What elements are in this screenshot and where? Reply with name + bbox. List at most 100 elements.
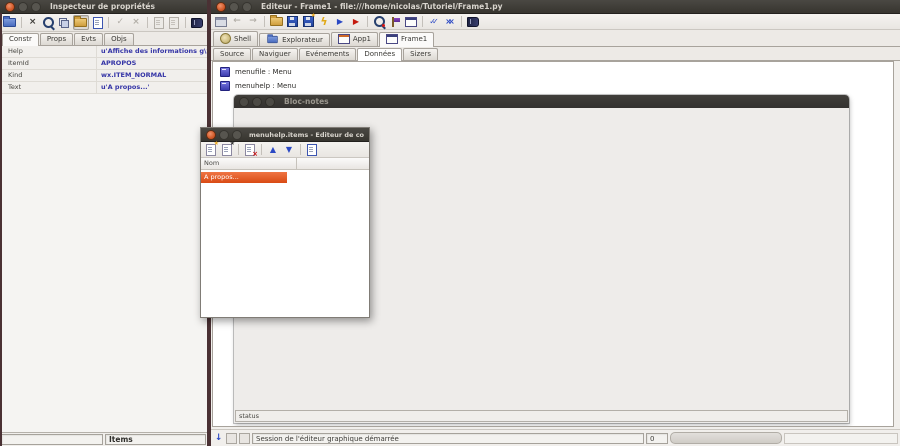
close-button[interactable] xyxy=(206,130,216,140)
maximize-button[interactable] xyxy=(242,2,252,12)
tree-item-menuhelp[interactable]: menuhelp : Menu xyxy=(213,79,893,93)
help-icon[interactable] xyxy=(190,16,204,29)
tree-item-menufile[interactable]: menufile : Menu xyxy=(213,65,893,79)
editor-main-tabs: Shell Explorateur App1 Frame1 xyxy=(211,30,900,47)
move-up-icon[interactable]: ▲ xyxy=(266,143,280,156)
confirm-changes-icon[interactable]: ✓✓ xyxy=(427,15,441,28)
statusbar-mini-button[interactable] xyxy=(226,433,237,444)
designer-titlebar: Bloc-notes xyxy=(234,95,849,108)
move-down-icon[interactable]: ▼ xyxy=(282,143,296,156)
tab-frame1[interactable]: Frame1 xyxy=(379,32,434,47)
minimize-button[interactable] xyxy=(18,2,28,12)
save-as-icon[interactable]: ★ xyxy=(301,15,315,28)
frame-icon xyxy=(386,34,398,44)
desktop-edge xyxy=(0,13,2,446)
list-header: Nom xyxy=(201,158,369,170)
property-name: Kind xyxy=(0,70,96,81)
minimize-button[interactable] xyxy=(229,2,239,12)
tab-donnees[interactable]: Données xyxy=(357,48,402,61)
discard-changes-icon[interactable]: ×× xyxy=(443,15,457,28)
tab-explorateur[interactable]: Explorateur xyxy=(259,33,330,46)
delete-item-icon[interactable]: × xyxy=(243,143,257,156)
back-icon[interactable]: ← xyxy=(230,15,244,28)
property-grid-empty-area xyxy=(0,94,207,433)
inspector-titlebar[interactable]: Inspecteur de propriétés xyxy=(0,0,207,14)
close-button[interactable] xyxy=(216,2,226,12)
tab-sizers[interactable]: Sizers xyxy=(403,48,438,60)
statusbar-mini-button[interactable] xyxy=(239,433,250,444)
progress-gauge xyxy=(670,432,782,444)
tab-evts[interactable]: Evts xyxy=(74,33,103,45)
property-row-kind[interactable]: Kind wx.ITEM_NORMAL xyxy=(0,70,207,82)
shell-icon xyxy=(220,33,231,44)
forward-icon[interactable]: → xyxy=(246,15,260,28)
property-value[interactable]: wx.ITEM_NORMAL xyxy=(96,70,207,81)
property-row-text[interactable]: Text u'A propos...' xyxy=(0,82,207,94)
separator xyxy=(264,16,265,27)
help-icon[interactable] xyxy=(466,15,480,28)
copy-icon[interactable] xyxy=(57,16,71,29)
maximize-button[interactable] xyxy=(232,130,242,140)
desktop: Inspecteur de propriétés × ✓ × Constr Pr… xyxy=(0,0,900,446)
status-cell-items: Items xyxy=(105,434,206,445)
property-row-itemid[interactable]: ItemId APROPOS xyxy=(0,58,207,70)
source-page-icon[interactable] xyxy=(91,16,105,29)
tab-constr[interactable]: Constr xyxy=(2,33,39,46)
close-button xyxy=(239,97,249,107)
tab-app1[interactable]: App1 xyxy=(331,32,378,46)
property-value[interactable]: u'Affiche des informations g\xe9n\xe9r xyxy=(96,46,207,57)
tab-objs[interactable]: Objs xyxy=(104,33,134,45)
tab-source[interactable]: Source xyxy=(213,48,251,60)
inspector-statusbar: Items xyxy=(0,433,207,446)
tab-shell[interactable]: Shell xyxy=(213,31,258,46)
property-row-help[interactable]: Help u'Affiche des informations g\xe9n\x… xyxy=(0,46,207,58)
separator xyxy=(21,17,22,28)
dialog-title: menuhelp.items - Editeur de collection xyxy=(249,131,364,139)
collection-list: A propos... xyxy=(201,170,369,317)
editor-sub-tabs: Source Naviguer Evénements Données Sizer… xyxy=(211,47,900,61)
namespace-folder-icon[interactable] xyxy=(3,16,17,29)
cancel-icon[interactable]: × xyxy=(129,16,143,29)
close-button[interactable] xyxy=(5,2,15,12)
open-folder-icon[interactable] xyxy=(73,15,89,30)
open-folder-icon[interactable] xyxy=(269,15,283,28)
property-value[interactable]: u'A propos...' xyxy=(96,82,207,93)
debug-icon[interactable]: ϟ xyxy=(317,15,331,28)
add-item-icon[interactable]: ★ xyxy=(204,143,218,156)
delete-icon[interactable]: × xyxy=(26,16,40,29)
find-icon[interactable] xyxy=(41,16,55,29)
new-window-icon[interactable] xyxy=(214,15,228,28)
separator xyxy=(238,144,239,155)
flag-icon[interactable] xyxy=(388,15,402,28)
dialog-titlebar[interactable]: menuhelp.items - Editeur de collection xyxy=(201,128,369,142)
separator xyxy=(367,16,368,27)
frame-designer-icon[interactable] xyxy=(404,15,418,28)
apply-icon[interactable]: ✓ xyxy=(113,16,127,29)
property-value[interactable]: APROPOS xyxy=(96,58,207,69)
run-app-icon[interactable]: ▶ xyxy=(349,15,363,28)
tab-naviguer[interactable]: Naviguer xyxy=(252,48,298,60)
add-child-item-icon[interactable]: ★ xyxy=(220,143,234,156)
apply-item-icon[interactable] xyxy=(305,143,319,156)
separator xyxy=(422,16,423,27)
run-module-icon[interactable]: ▶ xyxy=(333,15,347,28)
status-message: Session de l'éditeur graphique démarrée xyxy=(252,433,644,444)
post-page-icon[interactable] xyxy=(152,16,166,29)
revert-page-icon[interactable] xyxy=(168,16,182,29)
tab-evenements[interactable]: Evénements xyxy=(299,48,357,60)
property-name: ItemId xyxy=(0,58,96,69)
separator xyxy=(147,17,148,28)
tab-props[interactable]: Props xyxy=(40,33,73,45)
separator xyxy=(185,17,186,28)
property-name: Text xyxy=(0,82,96,93)
list-item-selected[interactable]: A propos... xyxy=(201,172,287,183)
menu-icon xyxy=(220,81,230,91)
save-icon[interactable] xyxy=(285,15,299,28)
minimize-button[interactable] xyxy=(219,130,229,140)
designer-title: Bloc-notes xyxy=(284,97,329,106)
inspect-icon[interactable] xyxy=(372,15,386,28)
column-header-nom[interactable]: Nom xyxy=(201,158,297,169)
maximize-button xyxy=(265,97,275,107)
output-arrow-icon[interactable]: ↓ xyxy=(213,432,224,445)
maximize-button[interactable] xyxy=(31,2,41,12)
